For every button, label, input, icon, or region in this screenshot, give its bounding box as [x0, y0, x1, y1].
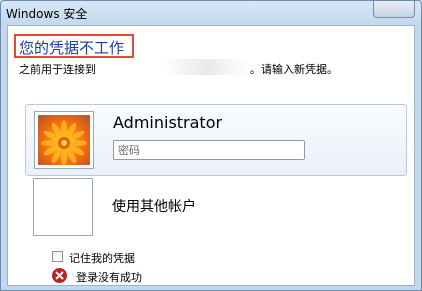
windows-security-dialog: Windows 安全 您的凭据不工作 之前用于连接到 凭据无法工作。请输入新凭据。 [0, 0, 422, 291]
blank-avatar [33, 178, 93, 236]
credential-tile-administrator[interactable]: Administrator [25, 104, 407, 176]
flower-avatar-icon [38, 115, 90, 165]
dialog-content: 您的凭据不工作 之前用于连接到 凭据无法工作。请输入新凭据。 Administr… [7, 25, 415, 286]
use-other-account-tile[interactable]: 使用其他帐户 [25, 178, 405, 236]
remember-credentials-checkbox[interactable] [52, 251, 63, 262]
error-icon [52, 268, 67, 283]
window-title: Windows 安全 [6, 7, 88, 21]
title-bar: Windows 安全 [1, 1, 421, 23]
password-field[interactable] [113, 140, 305, 160]
remember-credentials-label[interactable]: 记住我的凭据 [69, 250, 135, 266]
redaction-blur [164, 59, 250, 75]
avatar [34, 111, 94, 169]
error-message: 登录没有成功 [76, 271, 142, 284]
subtitle-prefix: 之前用于连接到 [19, 63, 96, 76]
username-label: Administrator [113, 113, 223, 132]
use-other-account-label: 使用其他帐户 [112, 199, 196, 215]
dialog-heading: 您的凭据不工作 [19, 39, 125, 57]
close-button[interactable] [373, 1, 415, 18]
